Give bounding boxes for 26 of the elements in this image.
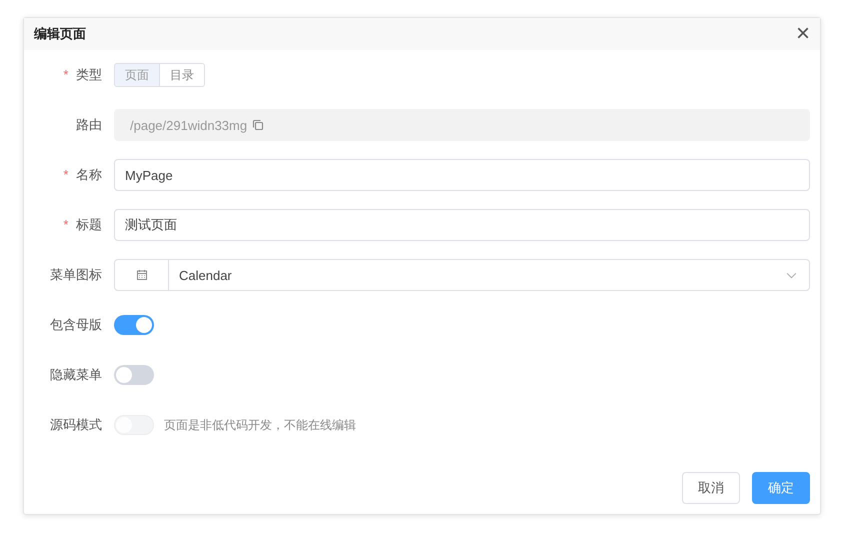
dialog-title: 编辑页面: [34, 25, 86, 43]
required-mark: *: [63, 167, 68, 182]
cancel-button[interactable]: 取消: [682, 472, 740, 504]
required-mark: *: [63, 67, 68, 82]
toggle-switch[interactable]: [114, 315, 154, 335]
field-label: 包含母版: [50, 317, 102, 332]
field-label: 菜单图标: [50, 267, 102, 282]
segment-option[interactable]: 目录: [159, 64, 204, 86]
text-field[interactable]: MyPage: [114, 159, 810, 191]
field-label: 隐藏菜单: [50, 367, 102, 382]
copy-icon[interactable]: [252, 119, 264, 131]
hint-text: 页面是非低代码开发，不能在线编辑: [164, 416, 356, 434]
text-field[interactable]: 测试页面: [114, 209, 810, 241]
field-label: 名称: [76, 167, 102, 182]
icon-select[interactable]: Calendar: [114, 259, 810, 291]
field-label: 类型: [76, 67, 102, 82]
close-button[interactable]: ×: [794, 22, 812, 46]
route-text: /page/291widn33mg: [130, 118, 248, 132]
toggle-switch[interactable]: [114, 365, 154, 385]
calendar-icon: [136, 269, 148, 281]
field-label: 源码模式: [50, 417, 102, 432]
field-label: 标题: [76, 217, 102, 232]
required-mark: *: [63, 217, 68, 232]
chevron-down-icon: [786, 272, 797, 278]
field-label: 路由: [76, 117, 102, 132]
select-value: Calendar: [178, 268, 233, 282]
